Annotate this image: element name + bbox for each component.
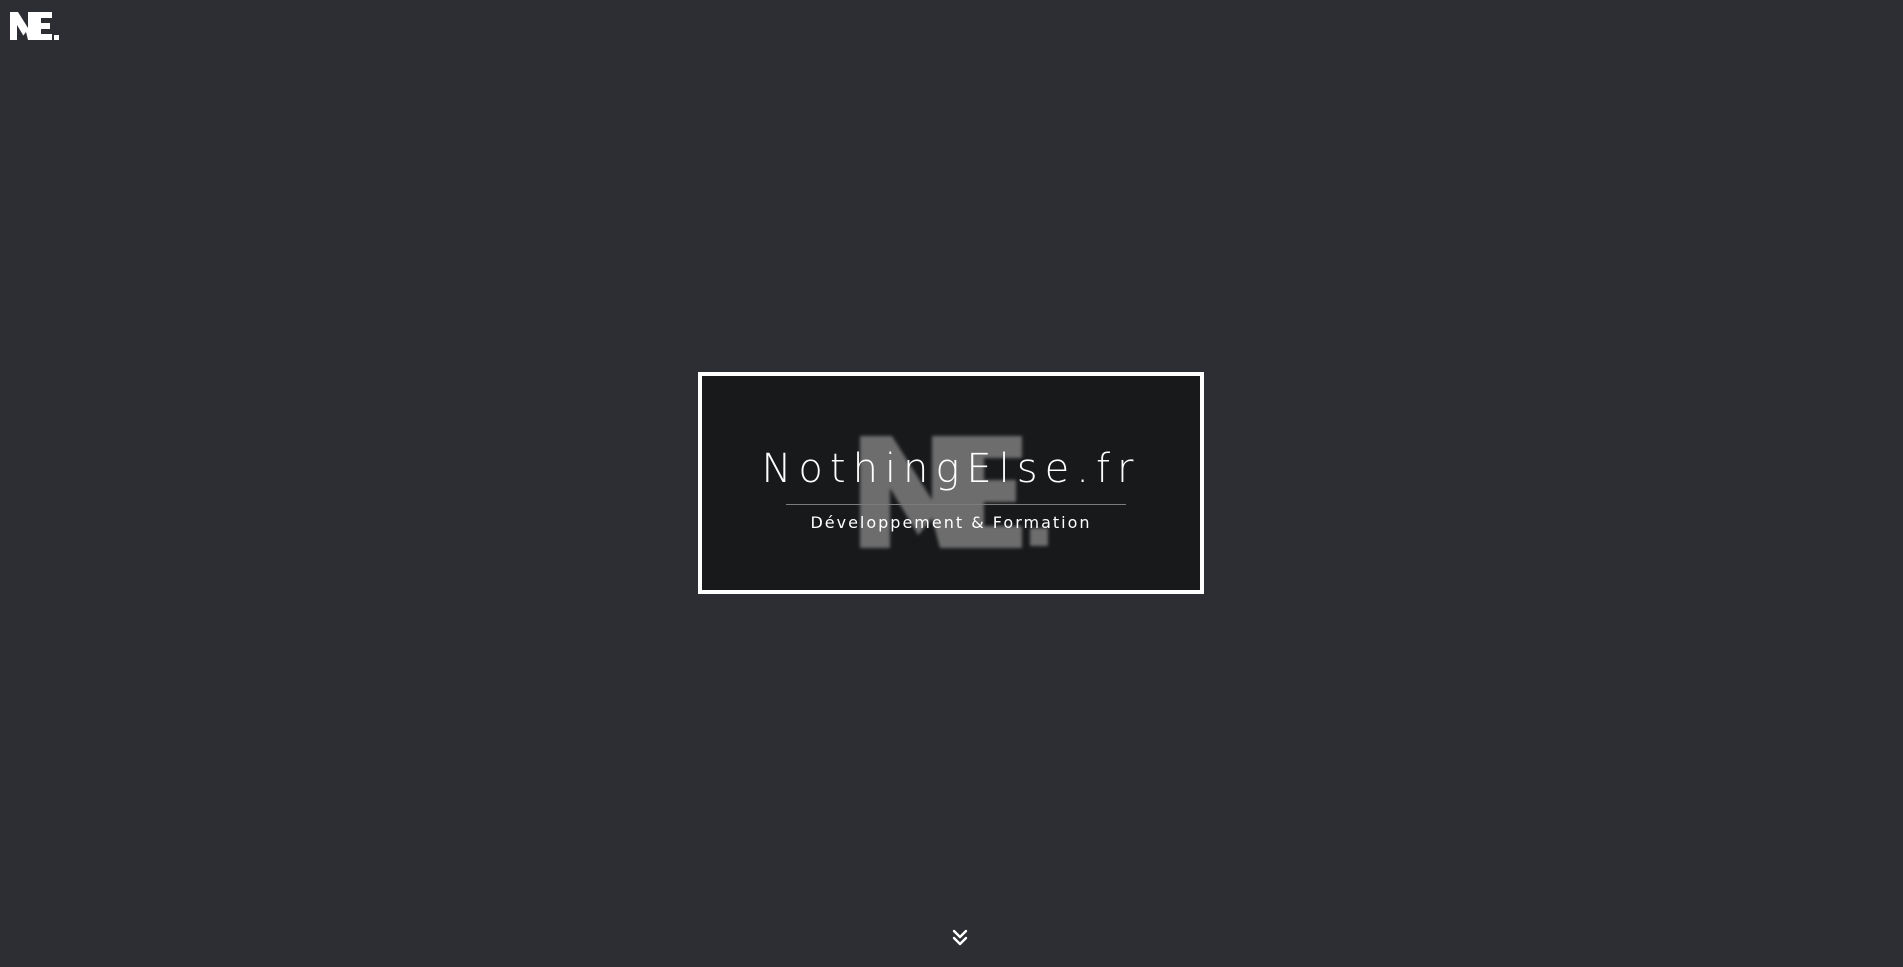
hero-divider: [786, 504, 1126, 505]
ne-logo-icon: [10, 12, 59, 40]
hero-title: NothingElse.fr: [761, 446, 1141, 492]
scroll-down-button[interactable]: [948, 926, 972, 950]
site-logo[interactable]: [10, 10, 62, 42]
double-chevron-down-icon: [952, 929, 968, 946]
hero-box: NothingElse.fr Développement & Formation: [698, 372, 1204, 594]
hero-subtitle: Développement & Formation: [810, 513, 1092, 532]
page: NothingElse.fr Développement & Formation: [0, 0, 1903, 967]
